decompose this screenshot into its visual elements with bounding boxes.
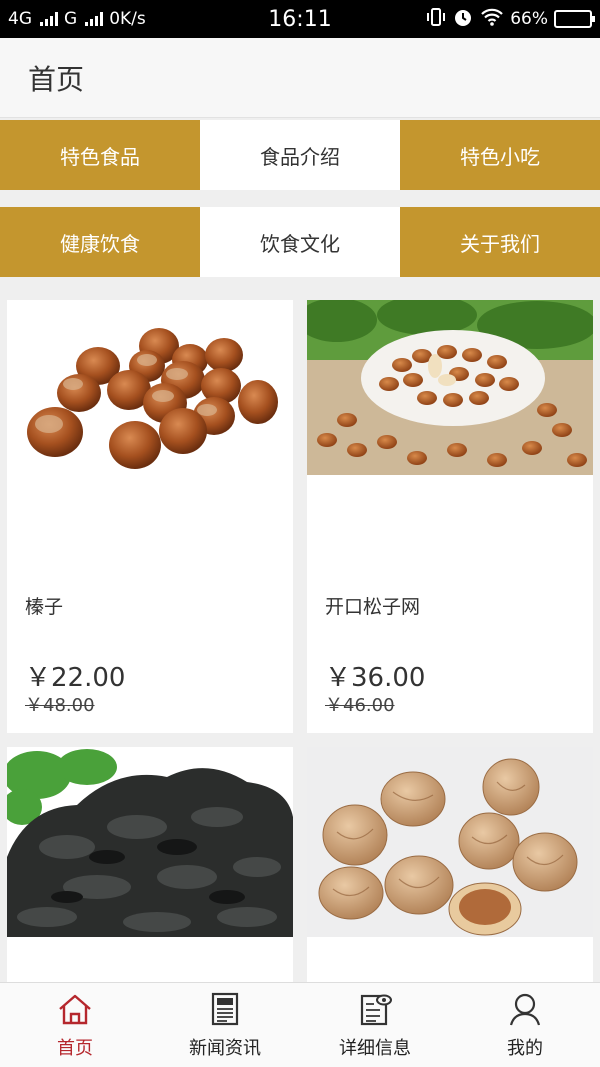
details-icon [360, 994, 392, 1026]
category-row-2: 健康饮食 饮食文化 关于我们 [0, 207, 600, 277]
home-icon [59, 994, 91, 1025]
nav-home-label: 首页 [57, 1038, 93, 1059]
category-specialty-food[interactable]: 特色食品 [0, 120, 200, 190]
nav-details-label: 详细信息 [339, 1038, 411, 1059]
status-left: 4G G 0K/s [8, 9, 146, 29]
product-grid: 榛子 ￥22.00 ￥48.00 开口松子网 ￥36.00 ￥46.00 [7, 300, 593, 987]
product-name: 榛子 [25, 596, 64, 618]
news-icon [211, 992, 239, 1026]
hazelnuts-image [7, 300, 293, 490]
pine-nuts-image [307, 300, 593, 475]
battery-icon [554, 10, 595, 28]
category-healthy-diet[interactable]: 健康饮食 [0, 207, 200, 277]
category-about-us[interactable]: 关于我们 [400, 207, 600, 277]
nav-news[interactable]: 新闻资讯 [150, 983, 300, 1067]
signal-icon-2 [85, 12, 104, 26]
black-fungus-image [7, 747, 293, 937]
signal-icon [40, 12, 58, 26]
app-header: 首页 [0, 38, 600, 118]
category-row-1: 特色食品 食品介绍 特色小吃 [0, 120, 600, 190]
product-card-hazelnut[interactable]: 榛子 ￥22.00 ￥48.00 [7, 300, 293, 733]
product-card-pine-nuts[interactable]: 开口松子网 ￥36.00 ￥46.00 [307, 300, 593, 733]
battery-percent: 66% [510, 9, 548, 29]
vibrate-icon [426, 7, 446, 32]
wifi-icon [480, 7, 504, 32]
product-price: ￥22.00 [25, 663, 126, 693]
page-title: 首页 [28, 62, 85, 96]
walnuts-image [307, 747, 593, 937]
nav-profile[interactable]: 我的 [450, 983, 600, 1067]
nav-details[interactable]: 详细信息 [300, 983, 450, 1067]
status-bar: 4G G 0K/s 16:11 66% [0, 0, 600, 38]
category-food-culture[interactable]: 饮食文化 [200, 207, 400, 277]
alarm-icon [452, 6, 474, 33]
product-original-price: ￥48.00 [25, 695, 95, 716]
clock: 16:11 [268, 6, 332, 32]
nav-profile-label: 我的 [507, 1038, 543, 1059]
network-type-1: 4G [8, 9, 32, 29]
network-type-2: G [64, 9, 78, 29]
network-speed: 0K/s [109, 9, 146, 29]
nav-home[interactable]: 首页 [0, 983, 150, 1067]
profile-icon [509, 993, 541, 1026]
category-food-intro[interactable]: 食品介绍 [200, 120, 400, 190]
category-specialty-snacks[interactable]: 特色小吃 [400, 120, 600, 190]
product-card-black-fungus[interactable] [7, 747, 293, 987]
product-name: 开口松子网 [325, 596, 421, 618]
product-original-price: ￥46.00 [325, 695, 395, 716]
bottom-nav: 首页 新闻资讯 详细信息 我的 [0, 982, 600, 1067]
nav-news-label: 新闻资讯 [189, 1038, 261, 1059]
product-price: ￥36.00 [325, 663, 426, 693]
status-right: 66% [426, 6, 595, 33]
product-card-walnuts[interactable] [307, 747, 593, 987]
